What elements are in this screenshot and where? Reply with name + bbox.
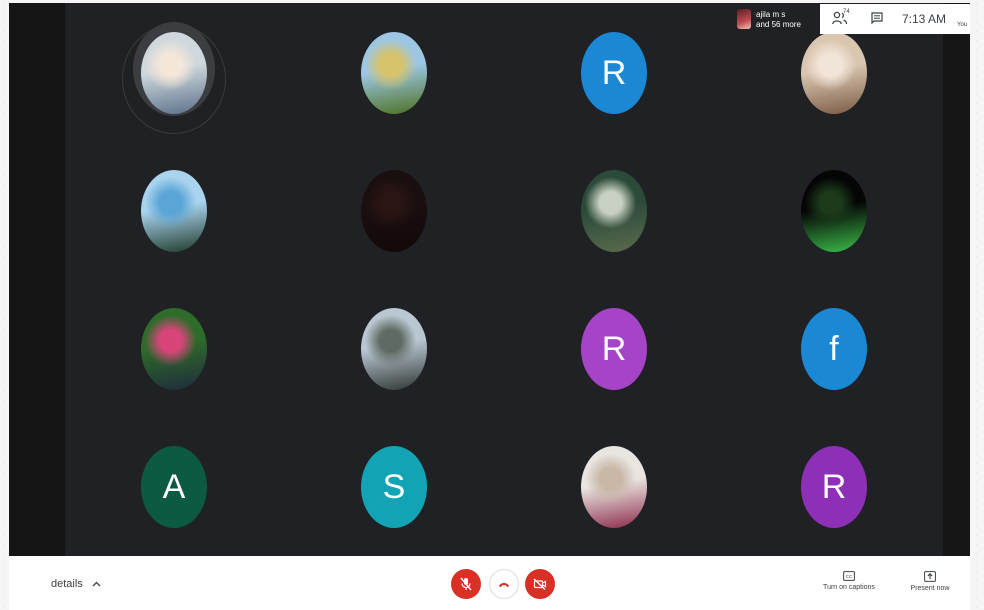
- participant-initial: f: [829, 329, 839, 368]
- participant-15-girl-scarf[interactable]: [581, 446, 647, 528]
- participant-tile-initial[interactable]: A: [141, 446, 207, 528]
- participant-tile-initial[interactable]: S: [361, 446, 427, 528]
- present-label: Present now: [910, 585, 950, 592]
- participant-tile-initial[interactable]: R: [581, 308, 647, 390]
- camera-off-icon: [533, 578, 547, 590]
- presenter-more: and 56 more: [756, 20, 801, 29]
- participant-1-laptop-man[interactable]: [141, 32, 207, 114]
- present-screen-icon: [924, 571, 936, 582]
- captions-button[interactable]: CC Turn on captions: [814, 571, 884, 591]
- clock-time: 7:13 AM: [902, 12, 947, 26]
- participant-count: 74: [843, 9, 850, 15]
- participant-initial: R: [821, 467, 847, 506]
- svg-text:CC: CC: [846, 574, 853, 579]
- participant-7-outdoor-boy[interactable]: [581, 170, 647, 252]
- mic-off-icon: [460, 577, 472, 591]
- participant-8-gaming-logo[interactable]: [801, 170, 867, 252]
- captions-label: Turn on captions: [823, 584, 875, 591]
- you-label: You: [957, 22, 968, 28]
- closed-captions-icon: CC: [843, 571, 855, 581]
- chat-icon[interactable]: [871, 12, 883, 24]
- presenter-name: ajila m s: [756, 10, 786, 19]
- participant-initial: R: [601, 329, 627, 368]
- participant-tile-initial[interactable]: R: [801, 446, 867, 528]
- meeting-details-toggle[interactable]: details: [51, 578, 101, 590]
- chevron-up-icon: [92, 581, 101, 587]
- participant-4-girl-hijab[interactable]: [801, 32, 867, 114]
- hang-up-icon: [499, 582, 509, 587]
- presenter-avatar: [737, 9, 751, 29]
- participant-initial: R: [601, 53, 627, 92]
- participant-tile-initial[interactable]: R: [581, 32, 647, 114]
- camera-toggle-button[interactable]: [525, 569, 555, 599]
- participant-5-tree[interactable]: [141, 170, 207, 252]
- right-edge-strip: [943, 3, 970, 556]
- participant-9-girl-garden[interactable]: [141, 308, 207, 390]
- participant-2-sunflower-sky[interactable]: [361, 32, 427, 114]
- present-now-button[interactable]: Present now: [902, 571, 958, 592]
- left-edge-strip: [9, 3, 65, 556]
- meeting-details-label: details: [51, 578, 83, 590]
- participant-tile-initial[interactable]: f: [801, 308, 867, 390]
- mic-toggle-button[interactable]: [451, 569, 481, 599]
- participant-10-group-trees[interactable]: [361, 308, 427, 390]
- leave-call-button[interactable]: [489, 569, 519, 599]
- participant-6-dark[interactable]: [361, 170, 427, 252]
- participant-initial: A: [162, 467, 186, 506]
- participant-initial: S: [382, 467, 406, 506]
- presenter-chip[interactable]: ajila m s and 56 more: [732, 4, 820, 34]
